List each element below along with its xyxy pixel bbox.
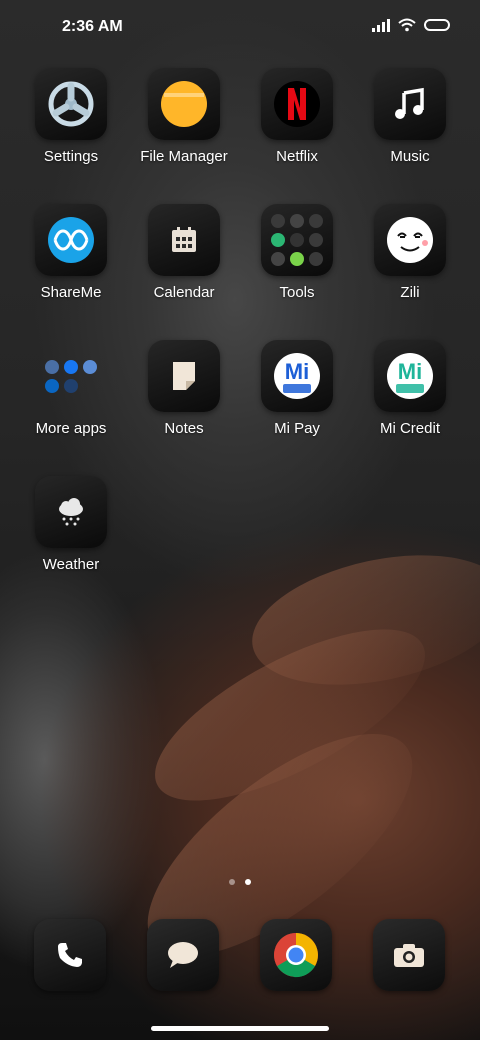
settings-icon bbox=[35, 68, 107, 140]
more-apps-folder-icon bbox=[35, 340, 107, 412]
battery-icon bbox=[424, 19, 450, 31]
page-indicator[interactable] bbox=[0, 879, 480, 885]
status-bar: 2:36 AM bbox=[0, 0, 480, 56]
calendar-icon bbox=[148, 204, 220, 276]
app-label: More apps bbox=[35, 420, 107, 437]
notes-icon bbox=[148, 340, 220, 412]
status-icons bbox=[372, 18, 450, 32]
weather-icon bbox=[35, 476, 107, 548]
app-file-manager[interactable]: File Manager bbox=[129, 68, 239, 165]
app-label: Calendar bbox=[153, 284, 215, 301]
camera-icon bbox=[394, 944, 424, 967]
page-dot[interactable] bbox=[229, 879, 235, 885]
app-label: Mi Pay bbox=[274, 420, 320, 437]
app-mi-pay[interactable]: Mi Mi Pay bbox=[242, 340, 352, 437]
app-label: Weather bbox=[42, 556, 100, 573]
app-label: Netflix bbox=[276, 148, 318, 165]
app-netflix[interactable]: Netflix bbox=[242, 68, 352, 165]
netflix-icon bbox=[261, 68, 333, 140]
mi-credit-icon: Mi bbox=[374, 340, 446, 412]
page-dot-active[interactable] bbox=[245, 879, 251, 885]
app-label: Settings bbox=[43, 148, 99, 165]
chrome-icon bbox=[274, 933, 318, 978]
app-label: Music bbox=[390, 148, 430, 165]
app-settings[interactable]: Settings bbox=[16, 68, 126, 165]
mi-pay-glyph: Mi bbox=[285, 359, 309, 384]
music-icon bbox=[374, 68, 446, 140]
status-time: 2:36 AM bbox=[62, 18, 123, 35]
messages-icon bbox=[168, 942, 198, 968]
file-manager-icon bbox=[148, 68, 220, 140]
app-zili[interactable]: Zili bbox=[355, 204, 465, 301]
zili-icon bbox=[374, 204, 446, 276]
dock-camera[interactable] bbox=[373, 919, 445, 991]
app-tools-folder[interactable]: Tools bbox=[242, 204, 352, 301]
app-weather[interactable]: Weather bbox=[16, 476, 126, 573]
app-calendar[interactable]: Calendar bbox=[129, 204, 239, 301]
app-label: Mi Credit bbox=[379, 420, 440, 437]
dock-phone[interactable] bbox=[34, 919, 106, 991]
wifi-icon bbox=[398, 18, 416, 32]
app-shareme[interactable]: ShareMe bbox=[16, 204, 126, 301]
app-label: Notes bbox=[164, 420, 204, 437]
tools-folder-icon bbox=[261, 204, 333, 276]
app-mi-credit[interactable]: Mi Mi Credit bbox=[355, 340, 465, 437]
app-more-apps-folder[interactable]: More apps bbox=[16, 340, 126, 437]
app-music[interactable]: Music bbox=[355, 68, 465, 165]
dock-chrome[interactable] bbox=[260, 919, 332, 991]
app-label: Tools bbox=[279, 284, 315, 301]
phone-icon bbox=[58, 943, 82, 967]
dock-messages[interactable] bbox=[147, 919, 219, 991]
app-label: Zili bbox=[400, 284, 420, 301]
shareme-icon bbox=[35, 204, 107, 276]
home-indicator[interactable] bbox=[151, 1026, 329, 1031]
mi-credit-glyph: Mi bbox=[398, 359, 422, 384]
app-notes[interactable]: Notes bbox=[129, 340, 239, 437]
app-label: ShareMe bbox=[40, 284, 102, 301]
signal-icon bbox=[372, 18, 390, 32]
app-label: File Manager bbox=[140, 148, 228, 165]
mi-pay-icon: Mi bbox=[261, 340, 333, 412]
